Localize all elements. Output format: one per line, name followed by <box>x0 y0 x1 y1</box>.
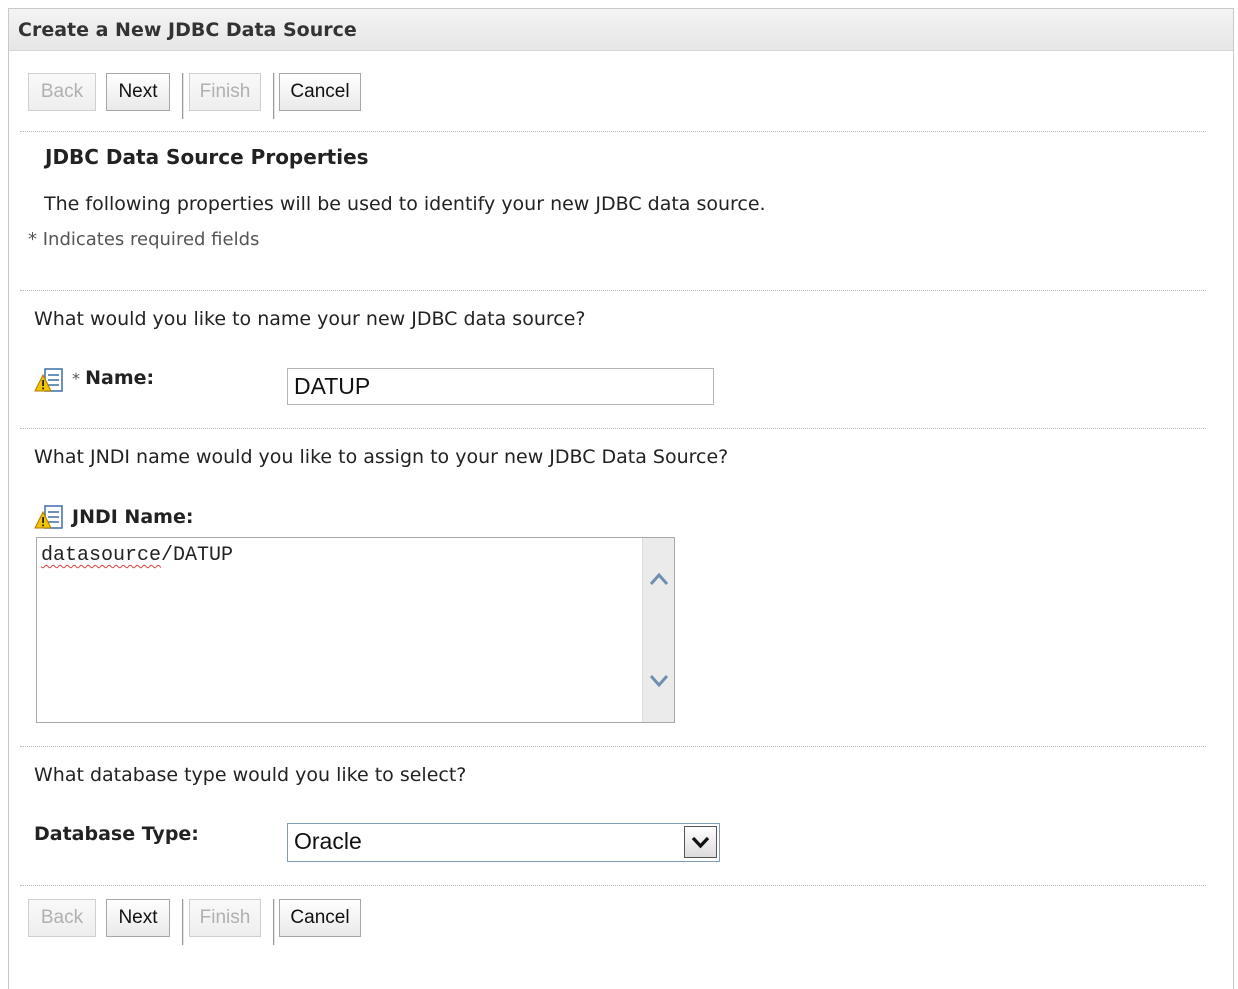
next-button[interactable]: Next <box>106 73 170 111</box>
jndi-textarea-value: datasource/DATUP <box>41 544 233 567</box>
name-label-text: Name: <box>85 367 155 389</box>
chevron-down-icon <box>691 836 710 849</box>
back-button[interactable]: Back <box>28 73 96 111</box>
button-separator <box>182 73 184 119</box>
textarea-scrollbar[interactable] <box>642 538 674 722</box>
database-type-value: Oracle <box>294 828 362 854</box>
bottom-button-bar: Back Next Finish Cancel <box>20 899 380 945</box>
jndi-textarea[interactable]: datasource/DATUP <box>36 537 675 723</box>
name-question: What would you like to name your new JDB… <box>34 308 586 330</box>
jndi-label: JNDI Name: <box>72 506 194 528</box>
divider <box>20 428 1206 429</box>
database-type-label: Database Type: <box>34 823 199 845</box>
finish-button[interactable]: Finish <box>189 73 261 111</box>
cancel-button[interactable]: Cancel <box>279 73 361 111</box>
finish-button[interactable]: Finish <box>189 899 261 937</box>
cancel-button[interactable]: Cancel <box>279 899 361 937</box>
required-fields-hint: * Indicates required fields <box>28 229 260 250</box>
spellcheck-word: datasource <box>41 544 162 567</box>
next-button[interactable]: Next <box>106 899 170 937</box>
config-warning-icon <box>34 505 63 529</box>
top-button-bar: Back Next Finish Cancel <box>20 73 380 119</box>
config-warning-icon <box>34 368 63 392</box>
scroll-up-icon[interactable] <box>649 571 669 587</box>
name-input[interactable]: DATUP <box>287 368 714 405</box>
database-type-select[interactable]: Oracle <box>287 823 720 862</box>
jndi-value-suffix: /DATUP <box>161 544 234 567</box>
divider <box>20 290 1206 291</box>
panel-title: Create a New JDBC Data Source <box>9 9 1233 51</box>
name-input-value: DATUP <box>294 373 371 399</box>
button-separator <box>273 73 275 119</box>
database-type-question: What database type would you like to sel… <box>34 764 467 786</box>
jndi-question: What JNDI name would you like to assign … <box>34 446 729 468</box>
button-separator <box>182 899 184 945</box>
required-marker: * <box>72 369 80 388</box>
dropdown-button[interactable] <box>684 826 717 858</box>
name-label: * Name: <box>72 367 154 389</box>
divider <box>20 746 1206 747</box>
divider <box>20 885 1206 886</box>
divider <box>20 131 1206 132</box>
button-separator <box>273 899 275 945</box>
scroll-down-icon[interactable] <box>649 673 669 689</box>
section-description: The following properties will be used to… <box>44 193 766 215</box>
section-title: JDBC Data Source Properties <box>45 145 369 169</box>
back-button[interactable]: Back <box>28 899 96 937</box>
